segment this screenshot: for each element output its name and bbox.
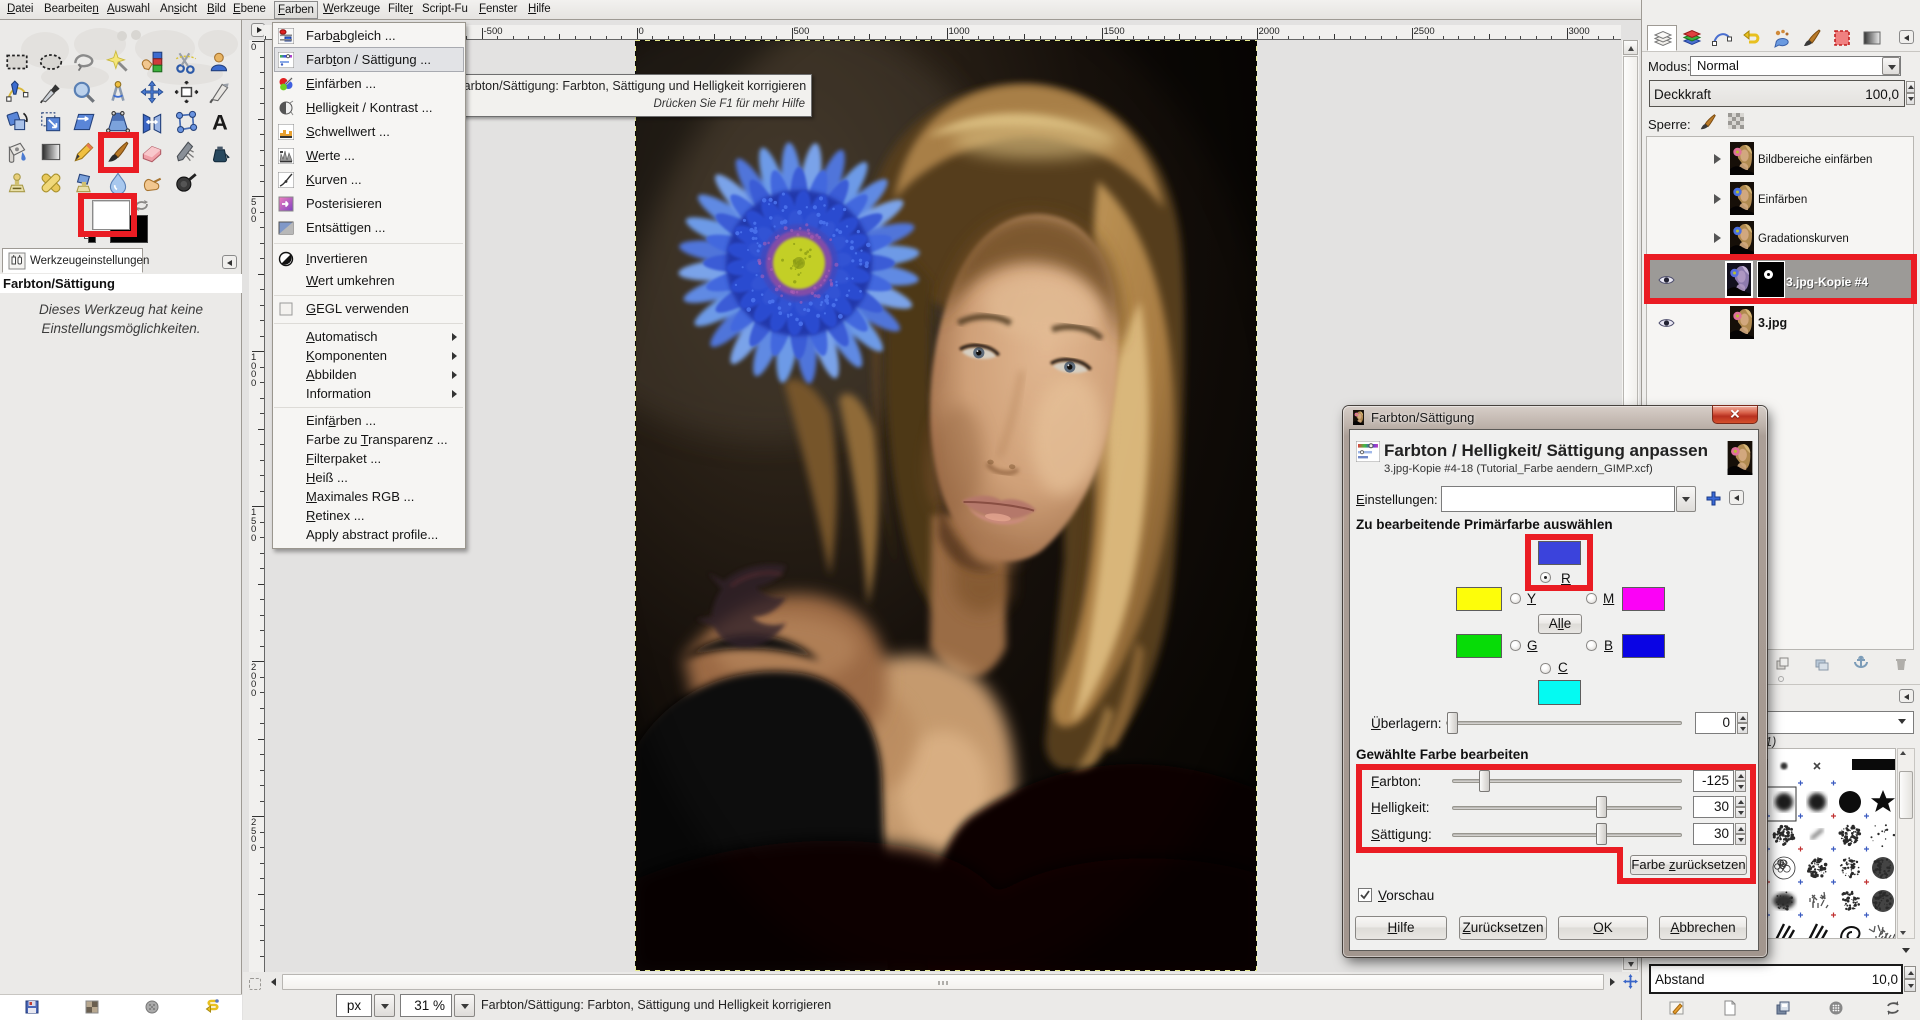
svg-text:A: A (212, 110, 228, 135)
